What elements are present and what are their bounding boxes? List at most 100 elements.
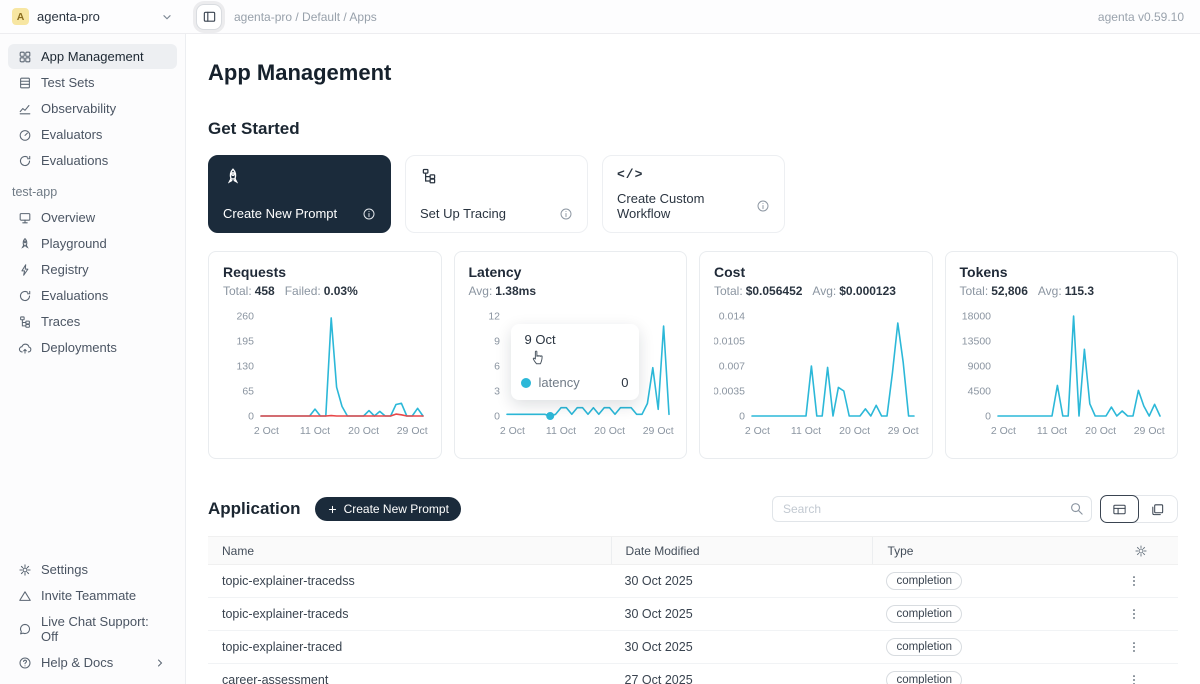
sidebar-item-overview[interactable]: Overview — [8, 205, 177, 230]
code-icon: </> — [617, 167, 770, 182]
metric-title: Requests — [223, 264, 427, 280]
tokens-card: Tokens Total:52,806 Avg:115.3 1800013500… — [945, 251, 1179, 459]
svg-text:9: 9 — [494, 336, 500, 348]
sidebar-item-settings[interactable]: Settings — [8, 557, 177, 582]
sidebar-item-observability[interactable]: Observability — [8, 96, 177, 121]
metric-stat: Failed:0.03% — [285, 284, 358, 298]
table-view-icon — [1112, 502, 1127, 517]
app-name: topic-explainer-traced — [208, 640, 611, 654]
sidebar-item-project-evaluations[interactable]: Evaluations — [8, 283, 177, 308]
table-row[interactable]: topic-explainer-traced 30 Oct 2025 compl… — [208, 631, 1178, 664]
row-menu-kebab-icon[interactable] — [1123, 636, 1145, 658]
type-badge: completion — [886, 605, 962, 623]
series-value: 0 — [621, 375, 628, 390]
application-header-row: Application Create New Prompt — [208, 495, 1178, 523]
sidebar-item-label: Live Chat Support: Off — [41, 614, 167, 644]
svg-text:11 Oct: 11 Oct — [1036, 425, 1066, 437]
app-root: A agenta-pro agenta-pro / Default / Apps… — [0, 0, 1200, 684]
row-menu-kebab-icon[interactable] — [1123, 603, 1145, 625]
svg-text:6: 6 — [494, 361, 500, 373]
svg-text:195: 195 — [236, 336, 254, 348]
sidebar-item-playground[interactable]: Playground — [8, 231, 177, 256]
create-new-prompt-card[interactable]: Create New Prompt — [208, 155, 391, 233]
column-header-date-modified[interactable]: Date Modified — [611, 537, 873, 564]
info-icon[interactable] — [756, 199, 770, 213]
svg-text:2 Oct: 2 Oct — [745, 425, 770, 437]
sidebar-item-app-management[interactable]: App Management — [8, 44, 177, 69]
card-label: Create New Prompt — [223, 206, 337, 221]
applications-table: Name Date Modified Type topic-explainer-… — [208, 536, 1178, 684]
date-modified: 30 Oct 2025 — [611, 574, 873, 588]
row-menu-kebab-icon[interactable] — [1123, 669, 1145, 684]
hand-cursor-icon — [529, 348, 629, 371]
application-heading: Application — [208, 499, 301, 519]
sidebar-item-evaluators[interactable]: Evaluators — [8, 122, 177, 147]
refresh-circle-icon — [18, 289, 32, 303]
rocket-icon — [223, 167, 376, 187]
svg-text:4500: 4500 — [967, 386, 991, 398]
tree-icon — [18, 315, 32, 329]
set-up-tracing-card[interactable]: Set Up Tracing — [405, 155, 588, 233]
type-badge: completion — [886, 638, 962, 656]
table-row[interactable]: career-assessment 27 Oct 2025 completion — [208, 664, 1178, 684]
workspace-switcher[interactable]: A agenta-pro — [0, 8, 186, 25]
metric-stat: Avg:115.3 — [1038, 284, 1094, 298]
top-bar: A agenta-pro agenta-pro / Default / Apps… — [0, 0, 1200, 34]
sidebar-item-traces[interactable]: Traces — [8, 309, 177, 334]
table-row[interactable]: topic-explainer-tracedss 30 Oct 2025 com… — [208, 565, 1178, 598]
row-menu-kebab-icon[interactable] — [1123, 570, 1145, 592]
metric-stat: Total:458 — [223, 284, 275, 298]
svg-text:0.0035: 0.0035 — [714, 386, 745, 398]
tokens-chart[interactable]: 18000135009000450002 Oct11 Oct20 Oct29 O… — [960, 304, 1164, 449]
svg-text:13500: 13500 — [961, 336, 990, 348]
sidebar-item-label: Evaluators — [41, 127, 102, 142]
requests-card: Requests Total:458 Failed:0.03% 26019513… — [208, 251, 442, 459]
sidebar-item-live-chat[interactable]: Live Chat Support: Off — [8, 609, 177, 649]
sidebar-item-label: Evaluations — [41, 153, 108, 168]
tracing-tree-icon — [420, 167, 573, 185]
svg-text:0: 0 — [985, 411, 991, 423]
svg-text:260: 260 — [236, 311, 254, 323]
card-view-button[interactable] — [1138, 496, 1177, 522]
sidebar-item-registry[interactable]: Registry — [8, 257, 177, 282]
column-header-name[interactable]: Name — [208, 544, 611, 558]
requests-chart[interactable]: 2601951306502 Oct11 Oct20 Oct29 Oct — [223, 304, 427, 449]
create-custom-workflow-card[interactable]: </> Create Custom Workflow — [602, 155, 785, 233]
sidebar-item-help-docs[interactable]: Help & Docs — [8, 650, 177, 675]
triangle-icon — [18, 589, 32, 603]
metric-stat: Avg:$0.000123 — [812, 284, 896, 298]
breadcrumb[interactable]: agenta-pro / Default / Apps — [234, 10, 377, 24]
search-input[interactable] — [772, 496, 1092, 522]
sidebar-item-label: Settings — [41, 562, 88, 577]
cost-card: Cost Total:$0.056452 Avg:$0.000123 0.014… — [699, 251, 933, 459]
sidebar: App Management Test Sets Observability E… — [0, 34, 186, 684]
app-name: topic-explainer-traceds — [208, 607, 611, 621]
sidebar-item-test-sets[interactable]: Test Sets — [8, 70, 177, 95]
cost-chart[interactable]: 0.0140.01050.0070.003502 Oct11 Oct20 Oct… — [714, 304, 918, 449]
info-icon[interactable] — [362, 207, 376, 221]
create-new-prompt-button[interactable]: Create New Prompt — [315, 497, 461, 521]
sidebar-item-evaluations[interactable]: Evaluations — [8, 148, 177, 173]
svg-text:29 Oct: 29 Oct — [888, 425, 919, 437]
line-chart-icon — [18, 102, 32, 116]
get-started-cards: Create New Prompt Set Up Tracing </> Cre… — [208, 155, 1178, 233]
sidebar-item-invite-teammate[interactable]: Invite Teammate — [8, 583, 177, 608]
svg-text:29 Oct: 29 Oct — [397, 425, 428, 437]
svg-text:0.007: 0.007 — [719, 361, 745, 373]
info-icon[interactable] — [559, 207, 573, 221]
sidebar-item-label: Evaluations — [41, 288, 108, 303]
metric-stat: Avg:1.38ms — [469, 284, 537, 298]
plus-icon — [327, 504, 338, 515]
sidebar-item-deployments[interactable]: Deployments — [8, 335, 177, 360]
table-view-button[interactable] — [1100, 495, 1139, 523]
chat-bubble-icon — [18, 622, 32, 636]
sidebar-collapse-button[interactable] — [196, 4, 222, 30]
table-settings-gear-icon[interactable] — [1130, 540, 1152, 562]
type-badge: completion — [886, 671, 962, 684]
card-view-icon — [1150, 502, 1165, 517]
monitor-icon — [18, 211, 32, 225]
svg-text:3: 3 — [494, 386, 500, 398]
svg-text:11 Oct: 11 Oct — [791, 425, 821, 437]
table-row[interactable]: topic-explainer-traceds 30 Oct 2025 comp… — [208, 598, 1178, 631]
column-header-type[interactable]: Type — [872, 537, 1090, 564]
